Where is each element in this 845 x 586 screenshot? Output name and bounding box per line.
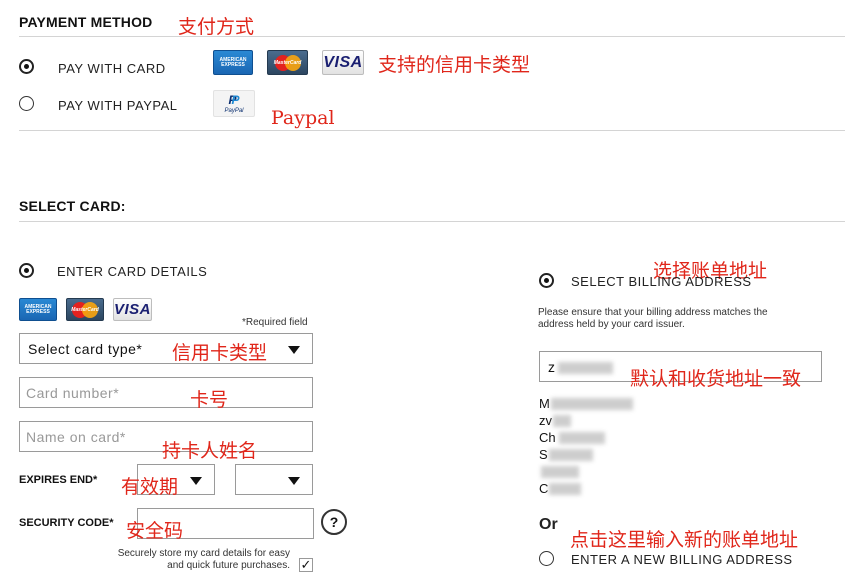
security-code-annotation: 安全码: [126, 520, 184, 542]
select-billing-address-radio[interactable]: [539, 273, 554, 288]
store-card-checkbox[interactable]: ✓: [299, 558, 313, 572]
card-types-annotation: 支持的信用卡类型: [378, 54, 531, 76]
payment-method-title: PAYMENT METHOD: [19, 14, 153, 30]
security-code-label: SECURITY CODE*: [19, 517, 114, 529]
divider: [19, 36, 845, 37]
visa-logo-icon: VISA: [113, 298, 152, 321]
address-line: Ch: [539, 430, 556, 445]
divider: [19, 130, 845, 131]
visa-logo-icon: VISA: [322, 50, 364, 75]
expires-end-label: EXPIRES END*: [19, 474, 98, 486]
amex-logo-icon: AMERICAN EXPRESS: [19, 298, 57, 321]
new-billing-annotation: 点击这里输入新的账单地址: [570, 529, 799, 551]
card-type-annotation: 信用卡类型: [172, 342, 268, 364]
name-on-card-annotation: 持卡人姓名: [162, 440, 258, 462]
help-icon[interactable]: ?: [321, 509, 347, 535]
card-number-annotation: 卡号: [190, 389, 229, 411]
paypal-logo-icon: PP PayPal: [213, 90, 255, 117]
chevron-down-icon: [288, 477, 300, 485]
required-field-note: *Required field: [242, 317, 308, 328]
mastercard-logo-icon: MasterCard: [66, 298, 104, 321]
expiry-year-select[interactable]: [235, 464, 313, 495]
select-billing-address-label[interactable]: SELECT BILLING ADDRESS: [571, 274, 752, 289]
card-type-select[interactable]: Select card type*: [19, 333, 313, 364]
chevron-down-icon: [288, 346, 300, 354]
store-card-text: Securely store my card details for easy …: [117, 548, 290, 571]
mastercard-logo-icon: MasterCard: [267, 50, 308, 75]
paypal-annotation: Paypal: [271, 107, 335, 129]
address-line: M: [539, 396, 550, 411]
address-line: zv: [539, 413, 552, 428]
enter-card-details-radio[interactable]: [19, 263, 34, 278]
payment-method-annotation: 支付方式: [178, 16, 255, 38]
enter-new-billing-address-label[interactable]: ENTER A NEW BILLING ADDRESS: [571, 552, 793, 567]
address-line: S: [539, 447, 548, 462]
pay-with-card-radio[interactable]: [19, 59, 34, 74]
amex-logo-icon: AMERICAN EXPRESS: [213, 50, 253, 75]
pay-with-paypal-label[interactable]: PAY WITH PAYPAL: [58, 98, 177, 113]
card-number-input[interactable]: Card number*: [19, 377, 313, 408]
select-card-title: SELECT CARD:: [19, 198, 126, 214]
enter-card-details-label[interactable]: ENTER CARD DETAILS: [57, 264, 207, 279]
enter-new-billing-address-radio[interactable]: [539, 551, 554, 566]
default-billing-annotation: 默认和收货地址一致: [630, 368, 802, 390]
address-line: C: [539, 481, 549, 496]
divider: [19, 221, 845, 222]
pay-with-paypal-radio[interactable]: [19, 96, 34, 111]
or-label: Or: [539, 516, 558, 533]
billing-note: Please ensure that your billing address …: [538, 307, 768, 330]
pay-with-card-label[interactable]: PAY WITH CARD: [58, 61, 166, 76]
expires-annotation: 有效期: [121, 476, 179, 498]
chevron-down-icon: [190, 477, 202, 485]
